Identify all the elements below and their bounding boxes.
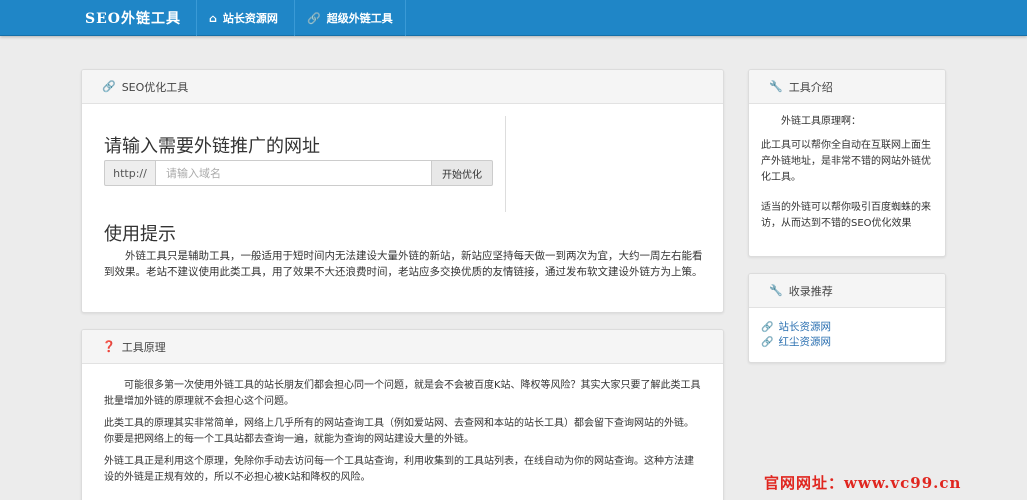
recommend-panel: 🔧 收录推荐 🔗 站长资源网 🔗 红尘资源网 — [748, 273, 946, 363]
domain-input[interactable] — [156, 160, 432, 186]
top-navbar: SEO外链工具 ⌂ 站长资源网 🔗 超级外链工具 — [0, 0, 1027, 36]
tips-heading: 使用提示 — [104, 224, 176, 245]
panel-body: 可能很多第一次使用外链工具的站长朋友们都会担心同一个问题，就是会不会被百度K站、… — [82, 364, 723, 486]
nav-item-label: 站长资源网 — [222, 12, 278, 25]
panel-title: SEO优化工具 — [121, 80, 189, 94]
panel-header: 🔧 工具介绍 — [749, 70, 945, 104]
tool-intro-panel: 🔧 工具介绍 外链工具原理啊： 此工具可以帮你全自动在互联网上面生产外链地址，是… — [748, 69, 946, 257]
nav-item-label: 超级外链工具 — [326, 12, 393, 25]
home-icon: ⌂ — [209, 11, 217, 25]
vertical-divider — [505, 116, 506, 212]
question-circle-icon: ❓ — [102, 340, 116, 353]
wrench-icon: 🔧 — [769, 284, 783, 297]
link-icon: 🔗 — [307, 11, 321, 25]
nav-item-super-link[interactable]: 🔗 超级外链工具 — [294, 0, 406, 36]
rec-link-label: 红尘资源网 — [778, 336, 831, 348]
wrench-icon: 🔧 — [769, 80, 783, 93]
principle-paragraph: 此类工具的原理其实非常简单，网络上几乎所有的网站查询工具（例如爱站网、去查网和本… — [104, 418, 694, 445]
intro-paragraph: 适当的外链可以帮你吸引百度蜘蛛的来访，从而达到不错的SEO优化效果 — [761, 202, 931, 229]
watermark: 官网网址：www.vc99.cn — [764, 474, 962, 492]
link-icon: 🔗 — [761, 322, 774, 333]
page-title: 请输入需要外链推广的网址 — [104, 136, 320, 157]
rec-link-label: 站长资源网 — [778, 321, 831, 333]
link-icon: 🔗 — [761, 337, 774, 348]
tips-text: 外链工具只是辅助工具，一般适用于短时间内无法建设大量外链的新站，新站应坚持每天做… — [104, 250, 703, 278]
principle-paragraph: 外链工具正是利用这个原理，免除你手动去访问每一个工具站查询，利用收集到的工具站列… — [104, 456, 694, 483]
intro-paragraph: 此工具可以帮你全自动在互联网上面生产外链地址，是非常不错的网站外链优化工具。 — [761, 140, 931, 183]
principle-paragraph: 可能很多第一次使用外链工具的站长朋友们都会担心同一个问题，就是会不会被百度K站、… — [104, 380, 701, 407]
seo-tool-panel: 🔗 SEO优化工具 请输入需要外链推广的网址 http:// 开始优化 使用提示… — [81, 69, 724, 313]
panel-header: 🔧 收录推荐 — [749, 274, 945, 308]
start-optimize-button[interactable]: 开始优化 — [432, 160, 493, 186]
panel-title: 收录推荐 — [788, 284, 833, 298]
panel-header: ❓ 工具原理 — [82, 330, 723, 364]
panel-body: 外链工具原理啊： 此工具可以帮你全自动在互联网上面生产外链地址，是非常不错的网站… — [749, 104, 945, 232]
panel-title: 工具介绍 — [788, 80, 833, 94]
intro-lead: 外链工具原理啊： — [781, 116, 861, 127]
tool-principle-panel: ❓ 工具原理 可能很多第一次使用外链工具的站长朋友们都会担心同一个问题，就是会不… — [81, 329, 724, 500]
rec-link-hongchen[interactable]: 🔗 红尘资源网 — [761, 335, 933, 350]
panel-header: 🔗 SEO优化工具 — [82, 70, 723, 104]
url-prefix: http:// — [104, 160, 156, 186]
nav-item-zhanzhang[interactable]: ⌂ 站长资源网 — [196, 0, 290, 36]
link-icon: 🔗 — [102, 80, 116, 93]
panel-body: 🔗 站长资源网 🔗 红尘资源网 — [749, 308, 945, 350]
brand-logo[interactable]: SEO外链工具 — [85, 8, 181, 28]
panel-title: 工具原理 — [121, 340, 166, 354]
url-input-group: http:// 开始优化 — [104, 160, 493, 186]
rec-link-zhanzhang[interactable]: 🔗 站长资源网 — [761, 320, 933, 335]
